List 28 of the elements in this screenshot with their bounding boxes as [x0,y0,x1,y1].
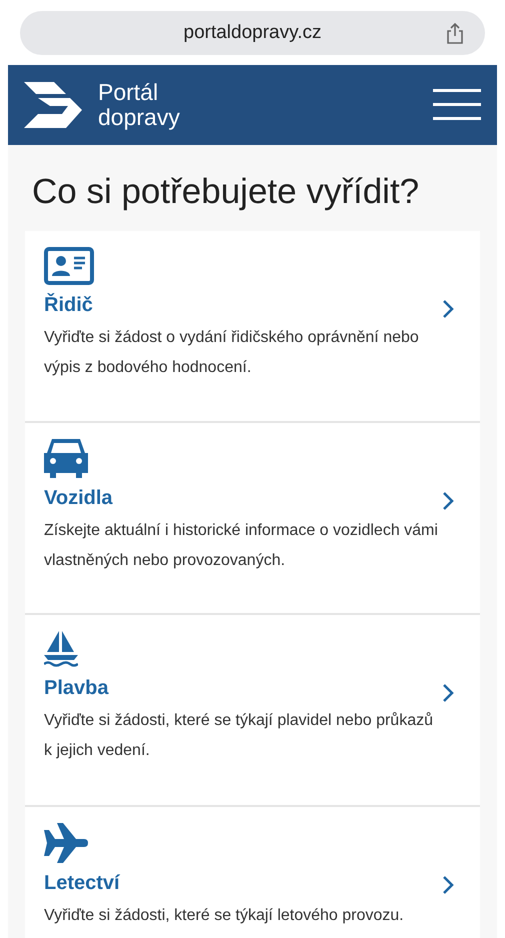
menu-icon[interactable] [433,89,481,121]
id-card-icon [44,247,94,285]
url-text: portaldopravy.cz [184,20,322,45]
service-title[interactable]: Plavba [44,674,438,702]
share-icon[interactable] [445,22,465,44]
service-card[interactable]: Plavba Vyřiďte si žádosti, které se týkají plavidel nebo průkazů k jejich vedení. [25,615,480,807]
chevron-icon[interactable] [442,683,454,703]
airplane-icon [44,823,88,863]
address-bar[interactable]: portaldopravy.cz [20,11,485,55]
service-description: Vyřiďte si žádosti, které se týkají letového provozu. [44,906,405,926]
service-card[interactable]: Vozidla Získejte aktuální i historické informace o vozidlech vámi vlastněných nebo provozovaných. [25,423,480,615]
service-description: Vyřiďte si žádost o vydání řidičského oprávnění nebo výpis z bodového hodnocení. [44,328,420,378]
service-card[interactable]: Letectví Vyřiďte si žádosti, které se týkají letového provozu. [25,807,480,938]
sailboat-icon [44,631,78,668]
logo-text: Portál [98,80,160,105]
chevron-icon[interactable] [442,299,454,319]
car-icon [44,439,88,478]
service-title[interactable]: Řidič [44,291,438,319]
service-description: Získejte aktuální i historické informace o vozidlech vámi vlastněných nebo provozovaných. [44,521,438,571]
service-description: Vyřiďte si žádosti, které se týkají plavidel nebo průkazů k jejich vedení. [44,711,434,761]
service-title[interactable]: Vozidla [44,484,438,512]
logo-icon[interactable] [24,82,82,128]
service-title[interactable]: Letectví [44,869,438,897]
service-card[interactable]: Řidič Vyřiďte si žádost o vydání řidičského oprávnění nebo výpis z bodového hodnocení. [25,231,480,423]
chevron-icon[interactable] [442,491,454,511]
chevron-icon[interactable] [442,875,454,895]
logo-text: dopravy [98,105,180,130]
page-heading: Co si potřebujete vyřídit? [32,171,420,213]
